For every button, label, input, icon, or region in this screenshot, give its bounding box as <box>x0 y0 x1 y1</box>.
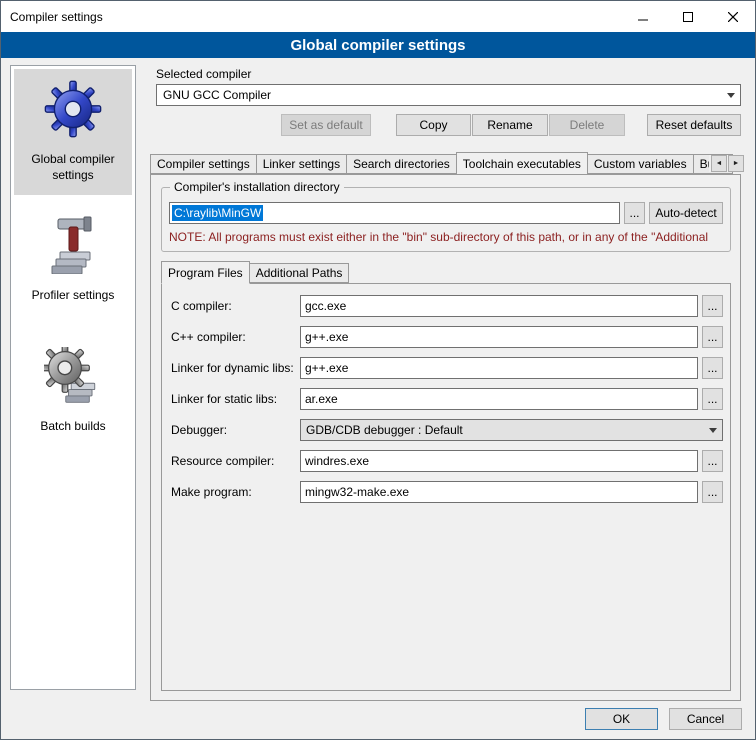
installation-directory-group: Compiler's installation directory C:\ray… <box>161 187 731 252</box>
cpp-compiler-value: g++.exe <box>305 330 348 344</box>
cpp-compiler-input[interactable]: g++.exe <box>300 326 698 348</box>
tab-search-directories[interactable]: Search directories <box>346 154 457 174</box>
tab-scroll-left-button[interactable]: ◄ <box>711 155 727 172</box>
dialog-header-title: Global compiler settings <box>290 37 465 54</box>
close-icon <box>728 12 738 22</box>
sidebar-item-label: Profiler settings <box>32 288 115 304</box>
static-linker-input[interactable]: ar.exe <box>300 388 698 410</box>
toolchain-executables-panel: Compiler's installation directory C:\ray… <box>150 174 741 701</box>
static-linker-label: Linker for static libs: <box>171 392 300 406</box>
c-compiler-browse-button[interactable]: ... <box>702 295 723 317</box>
maximize-icon <box>683 12 693 22</box>
resource-compiler-input[interactable]: windres.exe <box>300 450 698 472</box>
c-compiler-label: C compiler: <box>171 299 300 313</box>
resource-compiler-value: windres.exe <box>305 454 369 468</box>
auto-detect-button[interactable]: Auto-detect <box>649 202 723 224</box>
blue-gear-icon <box>44 80 102 141</box>
c-compiler-input[interactable]: gcc.exe <box>300 295 698 317</box>
make-program-value: mingw32-make.exe <box>305 485 409 499</box>
window-title: Compiler settings <box>1 10 103 24</box>
chevron-down-icon <box>709 428 717 433</box>
tab-scroll-right-button[interactable]: ► <box>728 155 744 172</box>
tab-linker-settings[interactable]: Linker settings <box>256 154 347 174</box>
form-row: Resource compiler: windres.exe ... <box>171 450 723 472</box>
form-row: C compiler: gcc.exe ... <box>171 295 723 317</box>
subtab-additional-paths[interactable]: Additional Paths <box>249 263 350 283</box>
dynamic-linker-input[interactable]: g++.exe <box>300 357 698 379</box>
installation-directory-input[interactable]: C:\raylib\MinGW <box>169 202 620 224</box>
ok-button[interactable]: OK <box>585 708 658 730</box>
program-files-panel: C compiler: gcc.exe ... C++ compiler: g+… <box>161 283 731 691</box>
installation-directory-group-label: Compiler's installation directory <box>170 180 344 194</box>
installation-directory-note: NOTE: All programs must exist either in … <box>169 230 723 244</box>
sidebar-item-label: Batch builds <box>40 419 105 435</box>
resource-compiler-browse-button[interactable]: ... <box>702 450 723 472</box>
gray-gear-icon <box>44 347 102 408</box>
make-program-input[interactable]: mingw32-make.exe <box>300 481 698 503</box>
dynamic-linker-label: Linker for dynamic libs: <box>171 361 300 375</box>
c-compiler-value: gcc.exe <box>305 299 346 313</box>
compiler-settings-dialog: Compiler settings Global compiler settin… <box>0 0 756 740</box>
subtab-program-files[interactable]: Program Files <box>161 261 250 284</box>
dynamic-linker-value: g++.exe <box>305 361 348 375</box>
resource-compiler-label: Resource compiler: <box>171 454 300 468</box>
chevron-down-icon <box>727 93 735 98</box>
debugger-value: GDB/CDB debugger : Default <box>306 423 703 437</box>
sidebar-item-batch-builds[interactable]: Batch builds <box>14 336 132 447</box>
sidebar-item-profiler-settings[interactable]: Profiler settings <box>14 203 132 316</box>
titlebar[interactable]: Compiler settings <box>1 1 755 32</box>
minimize-button[interactable] <box>620 1 665 32</box>
sidebar-item-global-compiler-settings[interactable]: Global compiler settings <box>14 69 132 195</box>
dynamic-linker-browse-button[interactable]: ... <box>702 357 723 379</box>
cpp-compiler-browse-button[interactable]: ... <box>702 326 723 348</box>
tab-custom-variables[interactable]: Custom variables <box>587 154 694 174</box>
delete-button: Delete <box>549 114 625 136</box>
close-button[interactable] <box>710 1 755 32</box>
set-as-default-button: Set as default <box>281 114 371 136</box>
selected-compiler-dropdown[interactable]: GNU GCC Compiler <box>156 84 741 106</box>
static-linker-value: ar.exe <box>305 392 338 406</box>
debugger-label: Debugger: <box>171 423 300 437</box>
installation-directory-value: C:\raylib\MinGW <box>172 205 263 221</box>
main-panel: Selected compiler GNU GCC Compiler Set a… <box>147 61 749 701</box>
tab-scroll-controls: ◄ ► <box>709 155 744 172</box>
make-program-label: Make program: <box>171 485 300 499</box>
dialog-header: Global compiler settings <box>1 32 755 58</box>
form-row: Linker for dynamic libs: g++.exe ... <box>171 357 723 379</box>
installation-directory-browse-button[interactable]: ... <box>624 202 645 224</box>
copy-button[interactable]: Copy <box>396 114 471 136</box>
tab-compiler-settings[interactable]: Compiler settings <box>150 154 257 174</box>
profiler-tool-icon <box>44 214 102 277</box>
compiler-buttons-row: Set as default Copy Rename Delete Reset … <box>147 114 749 136</box>
cpp-compiler-label: C++ compiler: <box>171 330 300 344</box>
form-row: Make program: mingw32-make.exe ... <box>171 481 723 503</box>
static-linker-browse-button[interactable]: ... <box>702 388 723 410</box>
debugger-dropdown[interactable]: GDB/CDB debugger : Default <box>300 419 723 441</box>
form-row: C++ compiler: g++.exe ... <box>171 326 723 348</box>
reset-defaults-button[interactable]: Reset defaults <box>647 114 741 136</box>
selected-compiler-value: GNU GCC Compiler <box>163 88 721 102</box>
tab-toolchain-executables[interactable]: Toolchain executables <box>456 152 588 174</box>
form-row: Linker for static libs: ar.exe ... <box>171 388 723 410</box>
cancel-button[interactable]: Cancel <box>669 708 742 730</box>
sidebar: Global compiler settings Profiler settin… <box>10 65 136 690</box>
make-program-browse-button[interactable]: ... <box>702 481 723 503</box>
sidebar-item-label: Global compiler settings <box>16 152 130 183</box>
subtab-bar: Program Files Additional Paths <box>161 260 740 283</box>
rename-button[interactable]: Rename <box>472 114 548 136</box>
minimize-icon <box>638 12 648 22</box>
maximize-button[interactable] <box>665 1 710 32</box>
window-controls <box>620 1 755 32</box>
dialog-footer: OK Cancel <box>585 708 742 730</box>
selected-compiler-label: Selected compiler <box>156 67 749 81</box>
form-row: Debugger: GDB/CDB debugger : Default <box>171 419 723 441</box>
tab-bar: Compiler settings Linker settings Search… <box>150 151 744 174</box>
